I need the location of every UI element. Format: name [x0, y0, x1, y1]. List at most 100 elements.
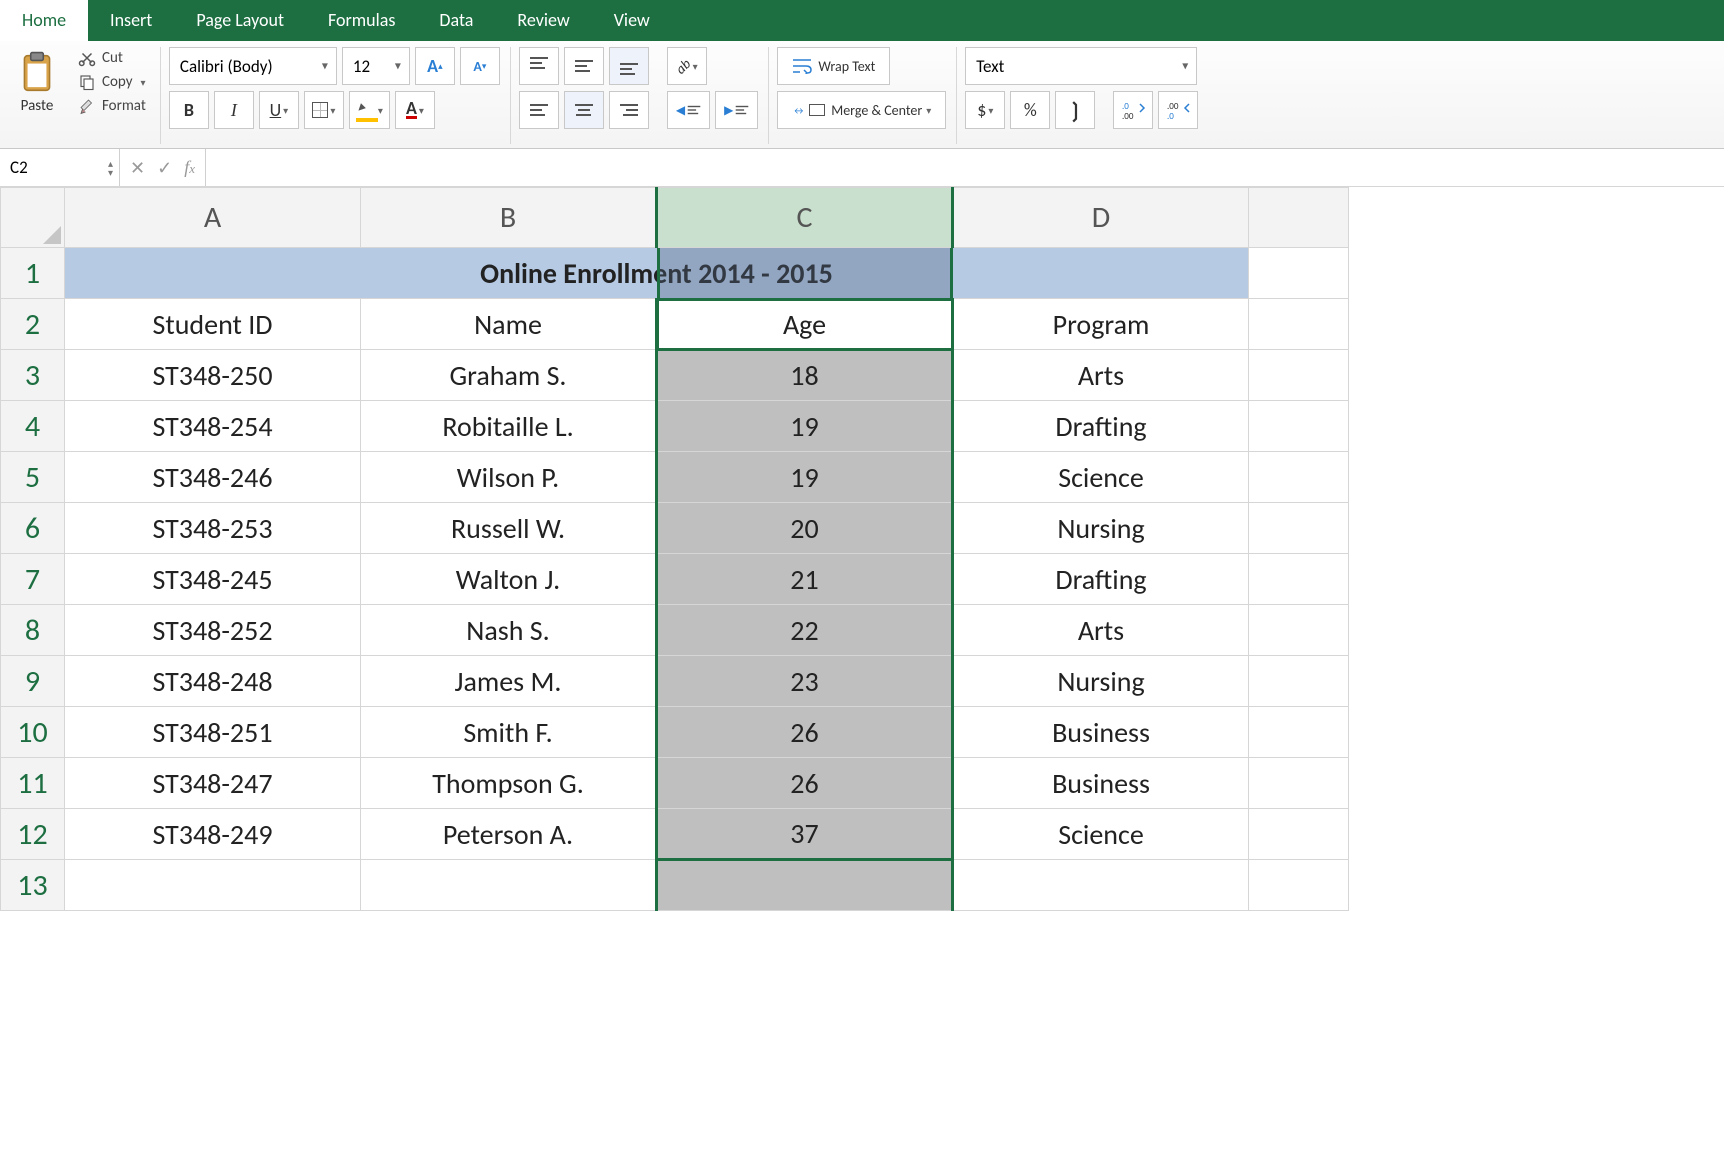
cell-E11[interactable]: [1249, 758, 1349, 809]
decrease-decimal-button[interactable]: .00.0: [1158, 91, 1198, 129]
align-middle-button[interactable]: [564, 47, 604, 85]
tab-review[interactable]: Review: [495, 0, 591, 41]
cell-B5[interactable]: Wilson P.: [361, 452, 657, 503]
cell-C11[interactable]: 26: [657, 758, 953, 809]
row-header-1[interactable]: 1: [1, 248, 65, 299]
orientation-button[interactable]: ab▾: [667, 47, 707, 85]
border-button[interactable]: ▾: [304, 91, 344, 129]
font-name-select[interactable]: Calibri (Body): [169, 47, 337, 85]
cell-E3[interactable]: [1249, 350, 1349, 401]
row-header-9[interactable]: 9: [1, 656, 65, 707]
cell-A6[interactable]: ST348-253: [65, 503, 361, 554]
cell-E13[interactable]: [1249, 860, 1349, 911]
align-top-button[interactable]: [519, 47, 559, 85]
font-size-select[interactable]: 12: [342, 47, 410, 85]
cell-B4[interactable]: Robitaille L.: [361, 401, 657, 452]
cell-C12[interactable]: 37: [657, 809, 953, 860]
row-header-4[interactable]: 4: [1, 401, 65, 452]
cell-B10[interactable]: Smith F.: [361, 707, 657, 758]
cell-C5[interactable]: 19: [657, 452, 953, 503]
cell-D12[interactable]: Science: [953, 809, 1249, 860]
select-all-corner[interactable]: [1, 188, 65, 248]
cell-A5[interactable]: ST348-246: [65, 452, 361, 503]
row-header-11[interactable]: 11: [1, 758, 65, 809]
row-header-7[interactable]: 7: [1, 554, 65, 605]
cell-C3[interactable]: 18: [657, 350, 953, 401]
cell-D9[interactable]: Nursing: [953, 656, 1249, 707]
col-header-B[interactable]: B: [361, 188, 657, 248]
cell-C13[interactable]: [657, 860, 953, 911]
cut-button[interactable]: Cut: [74, 47, 150, 69]
cell-B9[interactable]: James M.: [361, 656, 657, 707]
cell-A3[interactable]: ST348-250: [65, 350, 361, 401]
cell-A4[interactable]: ST348-254: [65, 401, 361, 452]
title-merged-cell[interactable]: Online Enrollment 2014 - 2015: [65, 248, 1249, 299]
paste-button[interactable]: Paste: [10, 47, 64, 119]
col-header-E[interactable]: [1249, 188, 1349, 248]
currency-button[interactable]: $▾: [965, 91, 1005, 129]
cell-A12[interactable]: ST348-249: [65, 809, 361, 860]
cell-E2[interactable]: [1249, 299, 1349, 350]
name-box[interactable]: C2 ▴▾: [0, 149, 120, 186]
row-header-5[interactable]: 5: [1, 452, 65, 503]
cell-E1[interactable]: [1249, 248, 1349, 299]
row-header-10[interactable]: 10: [1, 707, 65, 758]
cell-B3[interactable]: Graham S.: [361, 350, 657, 401]
number-format-select[interactable]: Text: [965, 47, 1197, 85]
increase-indent-button[interactable]: ▶: [715, 91, 758, 129]
cell-B12[interactable]: Peterson A.: [361, 809, 657, 860]
percent-button[interactable]: %: [1010, 91, 1050, 129]
decrease-font-button[interactable]: A▾: [460, 47, 500, 85]
enter-formula-button[interactable]: ✓: [157, 157, 172, 179]
cell-D13[interactable]: [953, 860, 1249, 911]
cell-D2[interactable]: Program: [953, 299, 1249, 350]
cell-C10[interactable]: 26: [657, 707, 953, 758]
cell-A13[interactable]: [65, 860, 361, 911]
cell-A8[interactable]: ST348-252: [65, 605, 361, 656]
decrease-indent-button[interactable]: ◀: [667, 91, 710, 129]
tab-data[interactable]: Data: [417, 0, 495, 41]
align-bottom-button[interactable]: [609, 47, 649, 85]
cancel-formula-button[interactable]: ✕: [130, 157, 145, 179]
bold-button[interactable]: B: [169, 91, 209, 129]
copy-button[interactable]: Copy▾: [74, 71, 150, 93]
comma-button[interactable]: ❳: [1055, 91, 1095, 129]
align-right-button[interactable]: [609, 91, 649, 129]
cell-B2[interactable]: Name: [361, 299, 657, 350]
cell-E9[interactable]: [1249, 656, 1349, 707]
row-header-3[interactable]: 3: [1, 350, 65, 401]
cell-D6[interactable]: Nursing: [953, 503, 1249, 554]
cell-E4[interactable]: [1249, 401, 1349, 452]
cell-A9[interactable]: ST348-248: [65, 656, 361, 707]
tab-insert[interactable]: Insert: [88, 0, 174, 41]
wrap-text-button[interactable]: Wrap Text: [777, 47, 890, 85]
cell-D3[interactable]: Arts: [953, 350, 1249, 401]
cell-C4[interactable]: 19: [657, 401, 953, 452]
cell-D11[interactable]: Business: [953, 758, 1249, 809]
tab-home[interactable]: Home: [0, 0, 88, 41]
row-header-13[interactable]: 13: [1, 860, 65, 911]
cell-B13[interactable]: [361, 860, 657, 911]
cell-C2[interactable]: Age: [657, 299, 953, 350]
cell-B7[interactable]: Walton J.: [361, 554, 657, 605]
cell-C9[interactable]: 23: [657, 656, 953, 707]
row-header-2[interactable]: 2: [1, 299, 65, 350]
col-header-D[interactable]: D: [953, 188, 1249, 248]
cell-A10[interactable]: ST348-251: [65, 707, 361, 758]
cell-C6[interactable]: 20: [657, 503, 953, 554]
formula-input[interactable]: [206, 149, 1724, 186]
align-left-button[interactable]: [519, 91, 559, 129]
row-header-6[interactable]: 6: [1, 503, 65, 554]
font-color-button[interactable]: A▾: [395, 91, 435, 129]
row-header-12[interactable]: 12: [1, 809, 65, 860]
cell-C7[interactable]: 21: [657, 554, 953, 605]
cell-A11[interactable]: ST348-247: [65, 758, 361, 809]
cell-B6[interactable]: Russell W.: [361, 503, 657, 554]
cell-E6[interactable]: [1249, 503, 1349, 554]
cell-A7[interactable]: ST348-245: [65, 554, 361, 605]
cell-B11[interactable]: Thompson G.: [361, 758, 657, 809]
row-header-8[interactable]: 8: [1, 605, 65, 656]
cell-D8[interactable]: Arts: [953, 605, 1249, 656]
name-box-spinner[interactable]: ▴▾: [108, 159, 113, 177]
cell-D7[interactable]: Drafting: [953, 554, 1249, 605]
